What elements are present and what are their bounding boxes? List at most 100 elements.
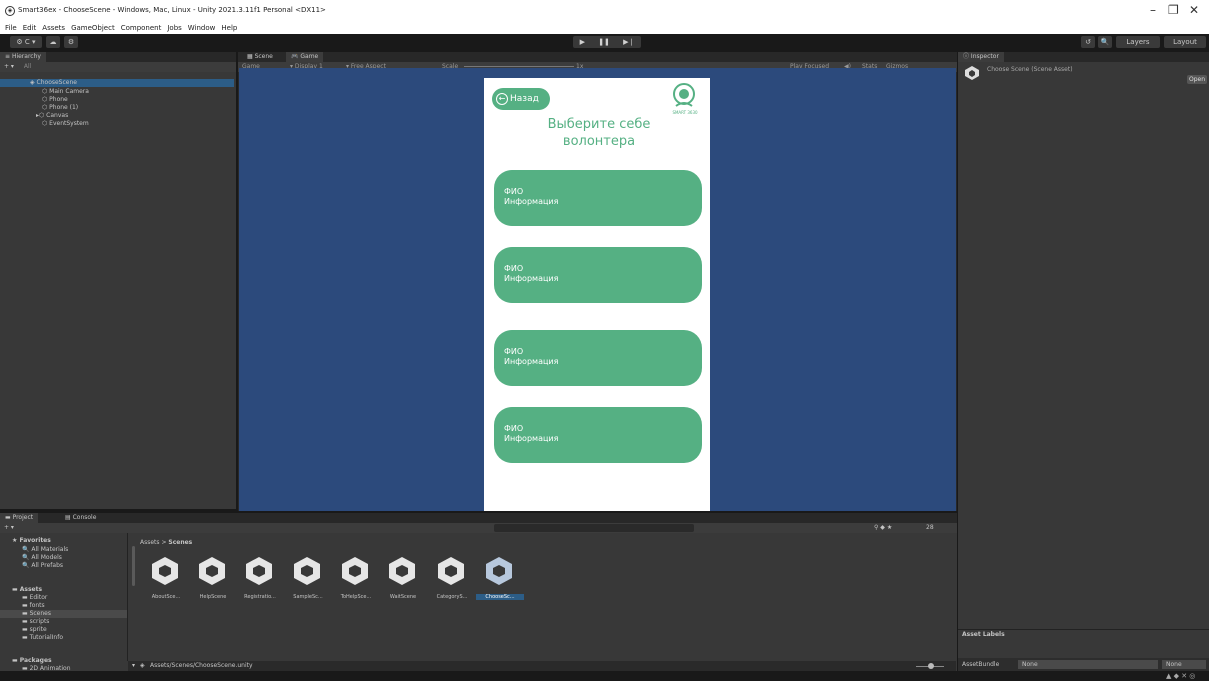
- scene-asset[interactable]: SampleSc...: [288, 556, 328, 608]
- search-icon[interactable]: 🔍: [1098, 36, 1112, 48]
- volunteer-card[interactable]: ФИО Информация: [494, 330, 702, 386]
- hierarchy-item-label: Main Camera: [49, 88, 89, 95]
- assetbundle-bar: AssetBundle None None: [958, 658, 1209, 671]
- tab-console[interactable]: ▤ Console: [60, 513, 101, 523]
- step-button[interactable]: ▶❘: [623, 38, 634, 46]
- layers-dropdown[interactable]: Layers: [1116, 36, 1160, 48]
- close-button[interactable]: ✕: [1189, 3, 1199, 17]
- undo-history-icon[interactable]: ↺: [1081, 36, 1095, 48]
- layout-dropdown[interactable]: Layout: [1164, 36, 1206, 48]
- unity-scene-icon: [294, 557, 320, 585]
- play-button[interactable]: ▶: [580, 38, 585, 46]
- window-title-bar: ◈ Smart36ex - ChooseScene - Windows, Mac…: [0, 0, 1209, 22]
- volunteer-info: Информация: [504, 197, 559, 206]
- account-dropdown[interactable]: ⚙ C ▾: [10, 36, 42, 48]
- project-toolbar: + ▾ ⚲ ◆ ★ 28: [0, 523, 957, 533]
- assetbundle-label: AssetBundle: [962, 661, 1000, 668]
- expand-arrow-icon[interactable]: ▾: [132, 661, 135, 671]
- assetbundle-variant-dropdown[interactable]: None: [1162, 660, 1206, 669]
- favorite-item[interactable]: 🔍 All Prefabs: [22, 562, 63, 570]
- menu-help[interactable]: Help: [221, 22, 237, 34]
- asset-label: HelpScene: [199, 594, 227, 600]
- scene-asset[interactable]: Registratio...: [240, 556, 280, 608]
- scene-asset[interactable]: AboutSce...: [146, 556, 186, 608]
- tab-scene[interactable]: ▦ Scene: [242, 52, 278, 62]
- asset-label: ChooseSc...: [476, 594, 524, 600]
- asset-label: AboutSce...: [151, 594, 181, 600]
- scale-slider[interactable]: [464, 66, 574, 67]
- scene-asset[interactable]: HelpScene: [193, 556, 233, 608]
- volunteer-card[interactable]: ФИО Информация: [494, 407, 702, 463]
- folder-label: Scenes: [29, 610, 51, 617]
- folder-item[interactable]: ▬ sprite: [22, 626, 47, 634]
- volunteer-name: ФИО: [504, 187, 524, 196]
- folder-item[interactable]: ▬ scripts: [22, 618, 49, 626]
- assetbundle-dropdown[interactable]: None: [1018, 660, 1158, 669]
- packages-heading[interactable]: ▬ Packages: [12, 657, 52, 665]
- maximize-button[interactable]: ❐: [1168, 3, 1179, 17]
- inspector-tab-label: Inspector: [970, 53, 999, 60]
- tab-game[interactable]: 🎮 Game: [286, 52, 324, 62]
- breadcrumb-current[interactable]: Scenes: [168, 539, 192, 546]
- add-object-button[interactable]: + ▾: [4, 63, 14, 70]
- playback-controls: ▶ ❚❚ ▶❘: [573, 36, 641, 48]
- menu-edit[interactable]: Edit: [23, 22, 37, 34]
- filter-icons[interactable]: ⚲ ◆ ★: [874, 523, 892, 533]
- menu-window[interactable]: Window: [188, 22, 216, 34]
- hierarchy-item-choosescene[interactable]: ◈ ChooseScene: [0, 79, 234, 87]
- status-icons[interactable]: ▲ ◆ ✕ ◎: [1166, 672, 1195, 680]
- folder-item-selected[interactable]: ▬ Scenes: [0, 610, 127, 618]
- menu-gameobject[interactable]: GameObject: [71, 22, 115, 34]
- project-search-input[interactable]: [494, 524, 694, 532]
- favorites-heading[interactable]: ★ Favorites: [12, 537, 51, 545]
- menu-component[interactable]: Component: [121, 22, 162, 34]
- hierarchy-search-input[interactable]: All: [24, 63, 31, 70]
- logo-face-icon: [673, 83, 695, 107]
- folder-item[interactable]: ▬ fonts: [22, 602, 45, 610]
- folder-item[interactable]: ▬ Editor: [22, 594, 47, 602]
- breadcrumb-root[interactable]: Assets: [140, 539, 160, 546]
- back-button[interactable]: ← Назад: [492, 88, 550, 110]
- favorite-item[interactable]: 🔍 All Materials: [22, 546, 68, 554]
- scrollbar[interactable]: [132, 546, 135, 586]
- create-asset-button[interactable]: + ▾: [4, 523, 14, 533]
- collab-icon[interactable]: ⚙: [64, 36, 78, 48]
- menu-assets[interactable]: Assets: [42, 22, 65, 34]
- project-splitter[interactable]: [127, 533, 128, 661]
- asset-label: ToHelpSce...: [340, 594, 372, 600]
- hierarchy-item-phone-1[interactable]: ⬡ Phone (1): [42, 104, 78, 112]
- unity-scene-icon: [246, 557, 272, 585]
- favorite-item[interactable]: 🔍 All Models: [22, 554, 62, 562]
- unity-scene-icon: [389, 557, 415, 585]
- hierarchy-item-main-camera[interactable]: ⬡ Main Camera: [42, 88, 89, 96]
- minimize-button[interactable]: –: [1150, 3, 1156, 17]
- scene-asset[interactable]: ToHelpSce...: [336, 556, 376, 608]
- tab-hierarchy[interactable]: ≡ Hierarchy: [0, 52, 46, 62]
- icon-size-slider-handle[interactable]: [928, 663, 934, 669]
- volunteer-card[interactable]: ФИО Информация: [494, 170, 702, 226]
- window-title: Smart36ex - ChooseScene - Windows, Mac, …: [18, 6, 326, 14]
- game-tab-label: Game: [300, 53, 319, 60]
- scene-asset[interactable]: WaitScene: [383, 556, 423, 608]
- open-button[interactable]: Open: [1187, 75, 1207, 84]
- unity-scene-icon: [438, 557, 464, 585]
- menu-jobs[interactable]: Jobs: [167, 22, 181, 34]
- assets-heading[interactable]: ▬ Assets: [12, 586, 42, 594]
- scene-asset[interactable]: CategoryS...: [432, 556, 472, 608]
- logo-text: SMART 3630: [672, 110, 698, 115]
- scene-asset-selected[interactable]: ChooseSc...: [476, 556, 524, 608]
- volunteer-info: Информация: [504, 274, 559, 283]
- hierarchy-item-eventsystem[interactable]: ⬡ EventSystem: [42, 120, 89, 128]
- favorite-label: All Materials: [31, 546, 69, 553]
- cloud-icon[interactable]: ☁: [46, 36, 60, 48]
- pause-button[interactable]: ❚❚: [598, 38, 610, 46]
- folder-item[interactable]: ▬ TutorialInfo: [22, 634, 63, 642]
- menu-file[interactable]: File: [5, 22, 17, 34]
- hierarchy-item-phone[interactable]: ⬡ Phone: [42, 96, 68, 104]
- volunteer-card[interactable]: ФИО Информация: [494, 247, 702, 303]
- tab-project[interactable]: ▬ Project: [0, 513, 39, 523]
- tab-inspector[interactable]: ⓘ Inspector: [958, 52, 1004, 62]
- console-tab-label: Console: [72, 514, 97, 521]
- hierarchy-item-canvas[interactable]: ▸⬡ Canvas: [36, 112, 68, 120]
- unity-scene-icon: [342, 557, 368, 585]
